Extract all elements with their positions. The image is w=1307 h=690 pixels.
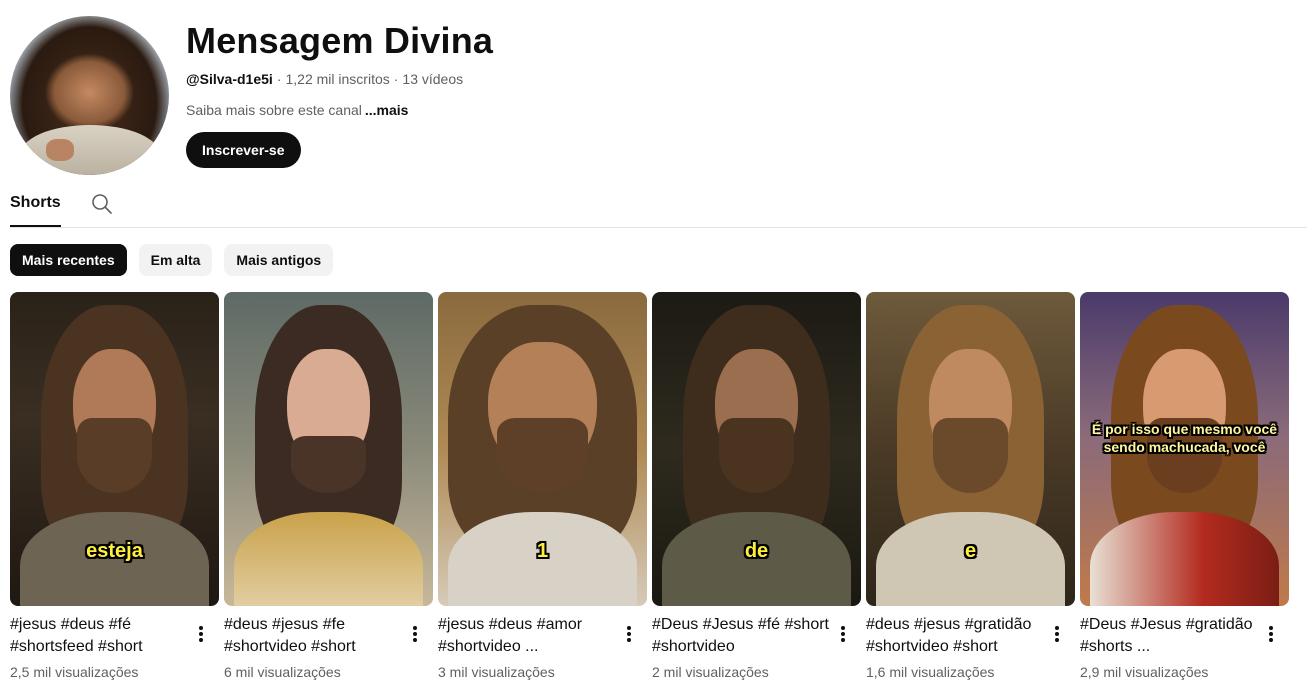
short-views: 3 mil visualizações (438, 664, 555, 680)
short-title[interactable]: #Deus #Jesus #gratidão #shorts ... (1080, 614, 1262, 658)
short-thumbnail[interactable]: 1 (438, 292, 647, 606)
more-link[interactable]: ...mais (365, 102, 409, 118)
thumb-beard (76, 417, 153, 493)
thumb-robe (234, 511, 423, 606)
short-views: 6 mil visualizações (224, 664, 341, 680)
short-card[interactable]: e #deus #jesus #gratidão #shortvideo #sh… (866, 292, 1075, 687)
chip-em-alta[interactable]: Em alta (138, 244, 213, 276)
thumb-robe (1090, 511, 1279, 606)
thumb-beard (718, 417, 795, 493)
short-title[interactable]: #deus #jesus #fe #shortvideo #short (224, 614, 406, 658)
short-thumbnail[interactable]: e (866, 292, 1075, 606)
thumb-beard (932, 417, 1009, 493)
avatar-robe (20, 125, 160, 175)
channel-description-text: Saiba mais sobre este canal (186, 102, 362, 118)
thumb-caption: de (744, 540, 769, 562)
short-thumbnail[interactable] (224, 292, 433, 606)
channel-avatar[interactable] (10, 16, 169, 175)
more-vert-icon[interactable] (836, 624, 850, 644)
thumb-caption: 1 (536, 540, 549, 562)
meta-separator: · (393, 71, 399, 87)
short-card[interactable]: É por isso que mesmo você sendo machucad… (1080, 292, 1289, 687)
channel-meta: @Silva-d1e5i · 1,22 mil inscritos · 13 vídeo… (186, 69, 463, 89)
meta-separator: · (276, 71, 282, 87)
filter-chips: Mais recentes Em alta Mais antigos (10, 244, 334, 276)
short-thumbnail[interactable]: É por isso que mesmo você sendo machucad… (1080, 292, 1289, 606)
short-views: 1,6 mil visualizações (866, 664, 995, 680)
subscriber-count: 1,22 mil inscritos (285, 71, 390, 87)
avatar-hand (46, 139, 74, 161)
channel-handle: @Silva-d1e5i (186, 71, 273, 87)
short-thumbnail[interactable]: de (652, 292, 861, 606)
short-card[interactable]: de #Deus #Jesus #fé #short #shortvideo 2… (652, 292, 861, 687)
chip-mais-antigos[interactable]: Mais antigos (224, 244, 334, 276)
short-card[interactable]: esteja #jesus #deus #fé #shortsfeed #sho… (10, 292, 219, 687)
short-title[interactable]: #jesus #deus #amor #shortvideo ... (438, 614, 620, 658)
search-icon[interactable] (90, 192, 114, 216)
more-vert-icon[interactable] (622, 624, 636, 644)
thumb-caption: É por isso que mesmo você sendo machucad… (1091, 421, 1278, 455)
short-title[interactable]: #deus #jesus #gratidão #shortvideo #shor… (866, 614, 1048, 658)
short-title[interactable]: #Deus #Jesus #fé #short #shortvideo (652, 614, 834, 658)
short-views: 2,9 mil visualizações (1080, 664, 1209, 680)
tab-shorts[interactable]: Shorts (10, 188, 61, 227)
thumb-beard (290, 436, 367, 493)
more-vert-icon[interactable] (1264, 624, 1278, 644)
channel-title: Mensagem Divina (186, 20, 494, 61)
short-title[interactable]: #jesus #deus #fé #shortsfeed #short (10, 614, 192, 658)
short-views: 2,5 mil visualizações (10, 664, 139, 680)
more-vert-icon[interactable] (408, 624, 422, 644)
channel-description[interactable]: Saiba mais sobre este canal ...mais (186, 100, 408, 120)
channel-tabs: Shorts (10, 188, 1307, 228)
subscribe-button[interactable]: Inscrever-se (186, 132, 301, 168)
short-card[interactable]: 1 #jesus #deus #amor #shortvideo ... 3 m… (438, 292, 647, 687)
short-thumbnail[interactable]: esteja (10, 292, 219, 606)
more-vert-icon[interactable] (194, 624, 208, 644)
shorts-grid: esteja #jesus #deus #fé #shortsfeed #sho… (10, 292, 1300, 687)
short-views: 2 mil visualizações (652, 664, 769, 680)
thumb-caption: esteja (86, 540, 143, 562)
more-vert-icon[interactable] (1050, 624, 1064, 644)
video-count: 13 vídeos (402, 71, 464, 87)
chip-mais-recentes[interactable]: Mais recentes (10, 244, 127, 276)
short-card[interactable]: #deus #jesus #fe #shortvideo #short 6 mi… (224, 292, 433, 687)
channel-header: Mensagem Divina @Silva-d1e5i · 1,22 mil in… (10, 16, 1300, 176)
thumb-caption: e (964, 540, 977, 562)
thumb-beard (496, 417, 589, 493)
